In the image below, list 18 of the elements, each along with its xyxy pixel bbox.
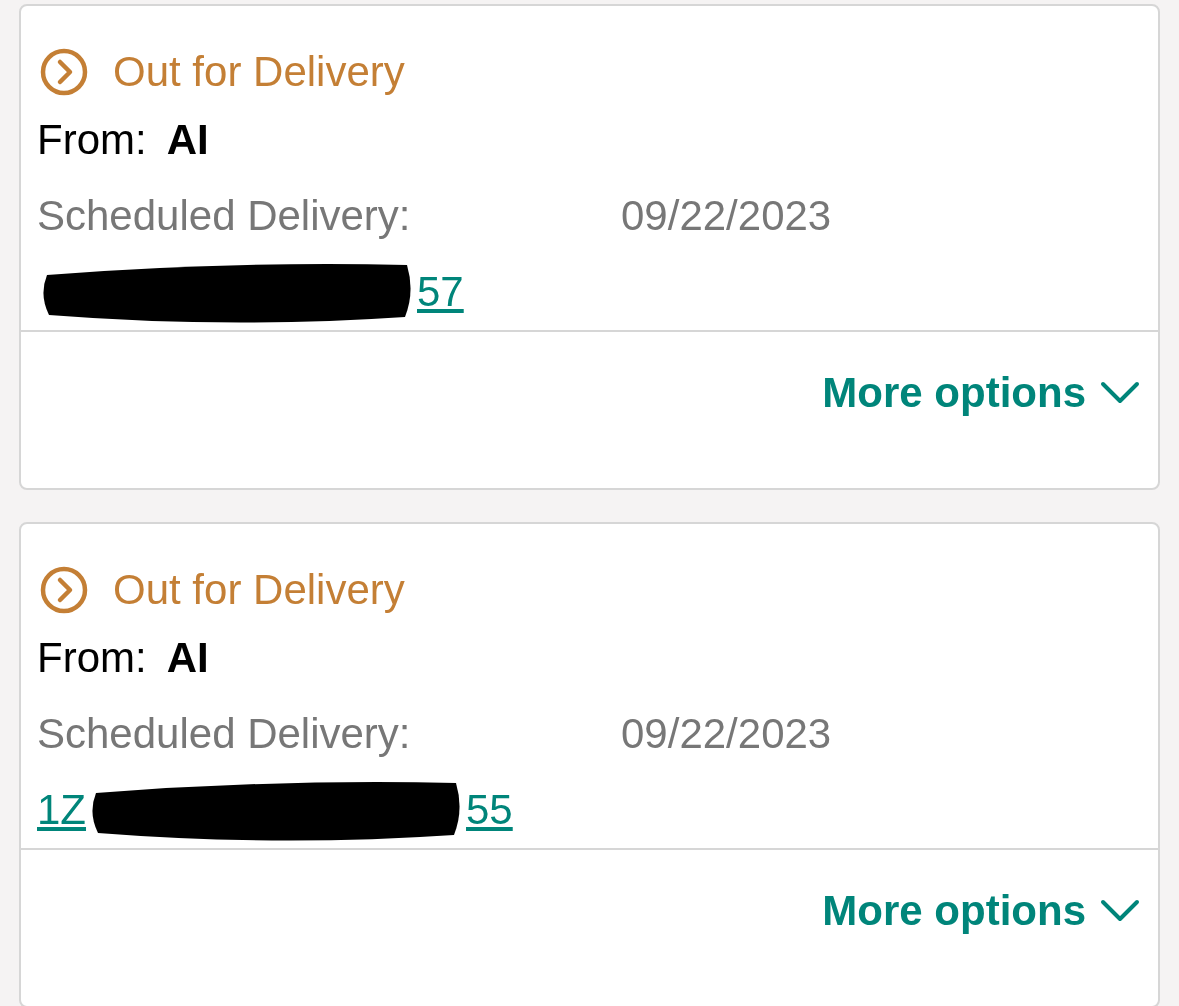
tracking-number-link[interactable]: 1Z 55 — [37, 775, 513, 845]
scheduled-delivery-date: 09/22/2023 — [621, 713, 832, 755]
scheduled-delivery-label: Scheduled Delivery: — [37, 713, 412, 755]
chevron-circle-icon — [39, 565, 89, 615]
status-label: Out for Delivery — [113, 569, 405, 611]
status-label: Out for Delivery — [113, 51, 405, 93]
more-options-button[interactable]: More options — [822, 890, 1140, 932]
more-options-button[interactable]: More options — [822, 372, 1140, 414]
sender-name: AI — [166, 637, 209, 679]
tracking-number-link[interactable]: 57 — [37, 257, 464, 327]
scheduled-delivery-label: Scheduled Delivery: — [37, 195, 412, 237]
from-label: From: — [37, 637, 147, 679]
sender-name: AI — [166, 119, 209, 161]
from-label: From: — [37, 119, 147, 161]
chevron-down-icon — [1100, 381, 1140, 405]
chevron-down-icon — [1100, 899, 1140, 923]
scheduled-delivery-date: 09/22/2023 — [621, 195, 832, 237]
chevron-circle-icon — [39, 47, 89, 97]
